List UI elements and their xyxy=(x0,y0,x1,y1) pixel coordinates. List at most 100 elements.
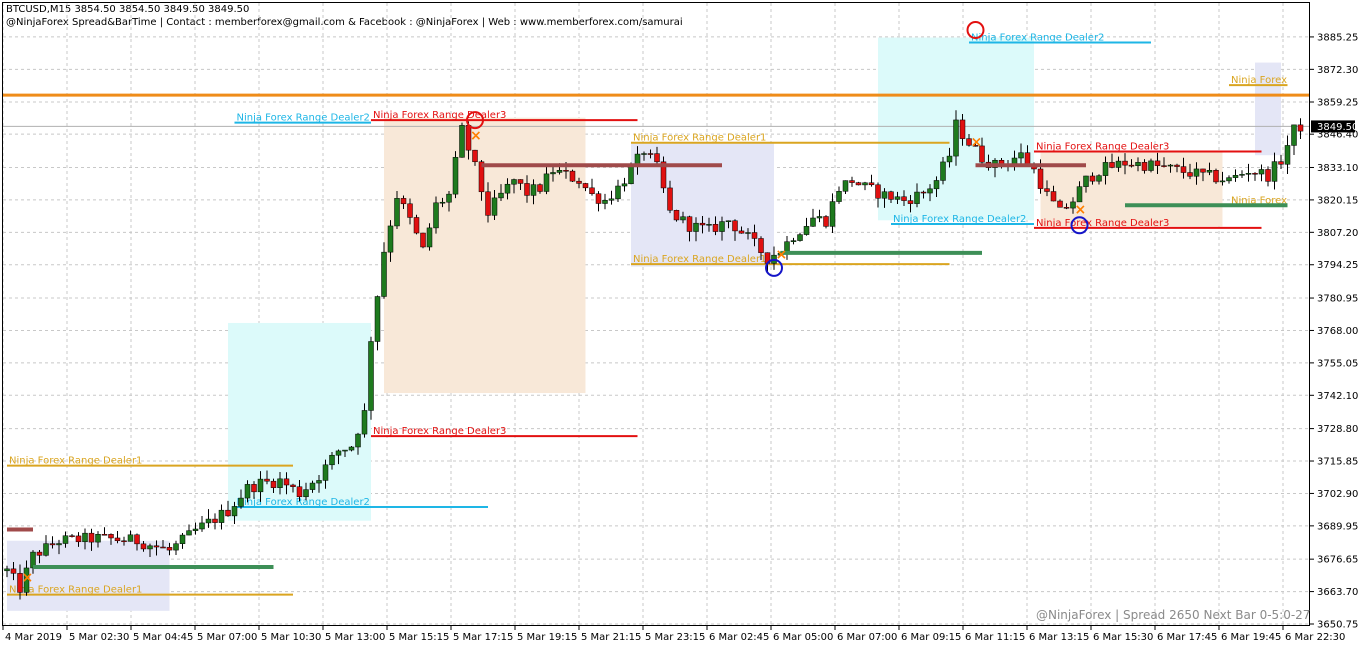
y-tick-label: 3663.70 xyxy=(1317,587,1358,598)
candle-body xyxy=(732,220,738,232)
candle-body xyxy=(667,187,673,211)
candle-body xyxy=(1187,172,1193,177)
candle-body xyxy=(296,486,303,498)
candle-body xyxy=(836,191,842,202)
candle-body xyxy=(1154,160,1161,166)
range-dealer-label: Ninja Forex Range Dealer1 xyxy=(633,133,766,144)
candle-body xyxy=(1252,173,1258,175)
y-tick-label: 3794.25 xyxy=(1317,260,1358,271)
candle-body xyxy=(595,193,602,204)
candle-body xyxy=(342,449,348,452)
candle-body xyxy=(940,161,946,181)
candle-body xyxy=(712,224,719,232)
candle-body xyxy=(647,153,654,155)
y-tick-label: 3807.20 xyxy=(1317,228,1358,239)
candle-body xyxy=(173,543,179,551)
candle-body xyxy=(381,251,387,297)
x-tick-label: 5 Mar 21:15 xyxy=(581,632,641,643)
candle-body xyxy=(1109,162,1115,168)
candle-body xyxy=(1291,124,1297,146)
candle-body xyxy=(1167,164,1174,167)
candle-body xyxy=(1128,164,1135,167)
candle-body xyxy=(205,518,212,524)
candle-body xyxy=(355,433,361,448)
candle-body xyxy=(1265,169,1271,182)
candle-body xyxy=(283,478,290,486)
y-tick-label: 3689.95 xyxy=(1317,521,1358,532)
candle-body xyxy=(953,119,959,157)
range-dealer-label: Ninja Forex Range Dealer2 xyxy=(237,113,370,124)
candle-body xyxy=(147,545,153,550)
x-tick-label: 6 Mar 17:45 xyxy=(1157,632,1217,643)
candle-body xyxy=(1297,124,1304,132)
y-tick-label: 3742.10 xyxy=(1317,391,1358,402)
candle-body xyxy=(75,535,82,543)
candle-body xyxy=(686,216,693,232)
candle-body xyxy=(49,543,56,546)
candle-body xyxy=(114,537,121,542)
candle-body xyxy=(4,568,10,572)
candle-body xyxy=(56,543,62,546)
candle-body xyxy=(290,484,296,487)
candle-body xyxy=(485,191,491,216)
candle-body xyxy=(543,173,550,192)
candle-body xyxy=(498,192,504,199)
candle-body xyxy=(36,551,43,556)
y-tick-label: 3780.95 xyxy=(1317,294,1358,305)
range-dealer-label: Ninja Forex Range Dealer2 xyxy=(971,33,1104,44)
candle-body xyxy=(446,193,452,203)
candle-body xyxy=(1115,160,1122,168)
candle-body xyxy=(881,191,888,199)
candle-body xyxy=(199,522,205,530)
price-chart[interactable]: Ninja Forex Range Dealer1 Ninja Forex Ran… xyxy=(0,0,1358,647)
candle-body xyxy=(550,172,556,175)
x-tick-label: 6 Mar 09:15 xyxy=(901,632,961,643)
candle-body xyxy=(433,202,439,229)
candle-body xyxy=(907,200,914,204)
x-tick-label: 6 Mar 13:15 xyxy=(1029,632,1089,643)
candle-body xyxy=(1219,180,1226,183)
candle-body xyxy=(823,216,829,227)
candle-body xyxy=(192,528,199,531)
candle-body xyxy=(1122,160,1128,166)
candle-body xyxy=(101,534,108,536)
candle-body xyxy=(1057,200,1063,208)
candle-body xyxy=(894,196,901,200)
candle-body xyxy=(1271,161,1278,182)
candle-body xyxy=(1148,160,1154,171)
candle-body xyxy=(264,478,270,482)
x-tick-label: 5 Mar 17:15 xyxy=(453,632,513,643)
candle-body xyxy=(582,183,589,189)
candle-body xyxy=(855,182,862,186)
candle-body xyxy=(127,534,134,542)
candle-body xyxy=(511,179,517,185)
candle-body xyxy=(309,482,316,490)
candle-body xyxy=(1239,174,1245,176)
candle-body xyxy=(1089,175,1096,182)
candle-body xyxy=(927,188,933,194)
range-dealer-label: Ninja Forex Range Dealer1 xyxy=(633,254,766,265)
candle-body xyxy=(387,225,394,253)
candle-body xyxy=(849,180,855,183)
candle-body xyxy=(920,191,927,194)
candle-body xyxy=(946,155,953,163)
candle-body xyxy=(420,232,426,248)
candle-body xyxy=(225,509,231,517)
y-tick-label: 3650.75 xyxy=(1317,620,1358,631)
range-dealer-label: Ninja Forex Range Dealer3 xyxy=(373,110,506,121)
candle-body xyxy=(537,184,543,192)
x-tick-label: 5 Mar 04:45 xyxy=(133,632,193,643)
candle-body xyxy=(270,480,277,488)
candle-body xyxy=(1076,186,1083,203)
candle-body xyxy=(790,240,797,242)
x-tick-label: 6 Mar 07:00 xyxy=(837,632,897,643)
range-box xyxy=(384,117,586,394)
candle-body xyxy=(654,153,660,163)
candle-body xyxy=(563,170,569,172)
signal-cross: × xyxy=(971,134,983,150)
candle-body xyxy=(303,489,309,498)
candle-body xyxy=(140,543,147,550)
candle-body xyxy=(816,216,823,219)
candle-body xyxy=(933,180,940,190)
y-tick-label: 3820.15 xyxy=(1317,195,1358,206)
